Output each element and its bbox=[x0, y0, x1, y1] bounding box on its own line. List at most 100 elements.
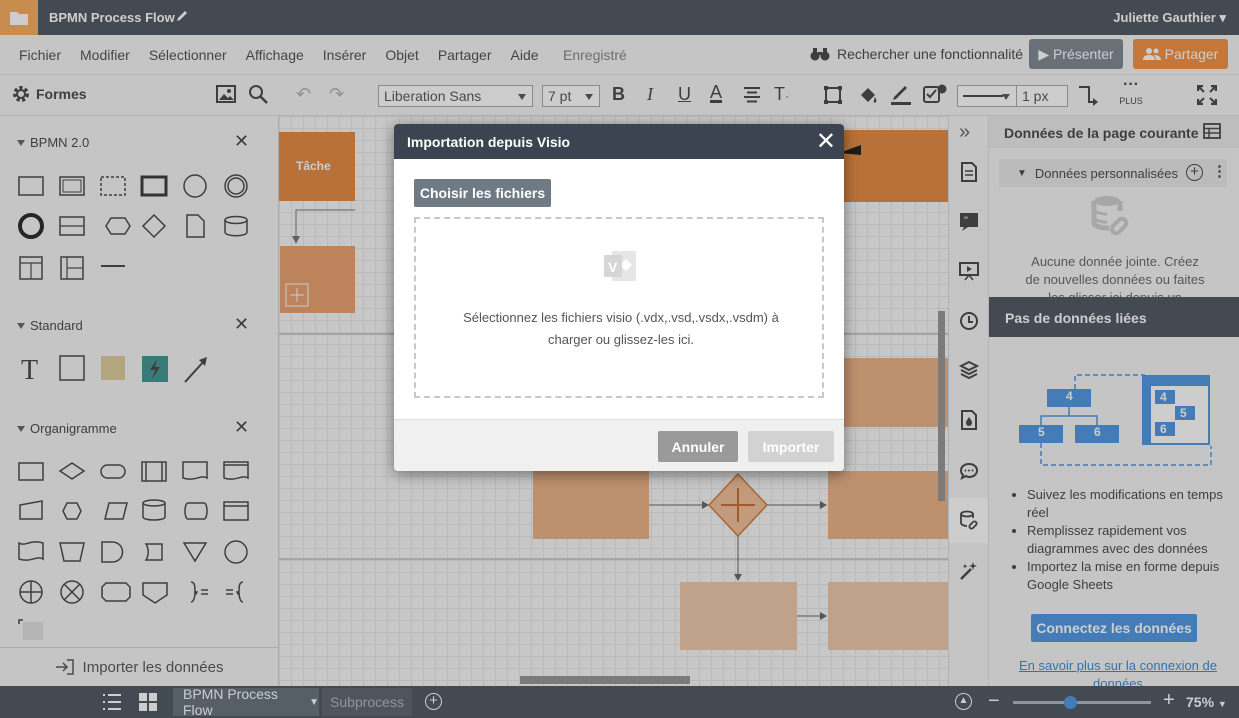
feature-item: Remplissez rapidement vos diagrammes ave… bbox=[1027, 522, 1227, 558]
menu-object[interactable]: Objet bbox=[385, 47, 418, 63]
fill-color-icon[interactable] bbox=[858, 85, 878, 108]
add-page-icon[interactable]: + bbox=[425, 693, 442, 710]
close-icon[interactable]: ✕ bbox=[234, 131, 249, 152]
file-dropzone[interactable]: V Sélectionnez les fichiers visio (.vdx,… bbox=[414, 217, 824, 398]
presentation-icon[interactable] bbox=[959, 261, 979, 281]
line-width-value: 1 px bbox=[1022, 88, 1049, 104]
text-color-icon[interactable]: A bbox=[710, 83, 723, 103]
import-button[interactable]: Importer bbox=[748, 431, 834, 462]
font-family-value: Liberation Sans bbox=[384, 88, 482, 104]
line-color-icon[interactable] bbox=[891, 85, 911, 108]
zoom-in-icon[interactable]: + bbox=[1163, 689, 1175, 712]
bold-icon[interactable]: B bbox=[612, 84, 625, 105]
shape-border-icon[interactable] bbox=[823, 85, 843, 108]
section-bpmn-title: BPMN 2.0 bbox=[30, 135, 90, 150]
user-menu[interactable]: Juliette Gauthier ▾ bbox=[1113, 10, 1226, 26]
svg-text:V: V bbox=[608, 259, 618, 275]
font-size-value: 7 pt bbox=[548, 88, 572, 104]
data-link-icon[interactable] bbox=[959, 510, 979, 530]
database-link-icon bbox=[1091, 196, 1129, 236]
choose-files-button[interactable]: Choisir les fichiers bbox=[414, 179, 551, 207]
cancel-button[interactable]: Annuler bbox=[658, 431, 738, 462]
share-button[interactable]: Partager bbox=[1133, 39, 1228, 69]
quote-icon[interactable]: " bbox=[959, 211, 979, 231]
feature-search[interactable]: Rechercher une fonctionnalité bbox=[810, 46, 1023, 62]
zoom-slider-handle[interactable] bbox=[1064, 696, 1077, 709]
page-settings-icon[interactable] bbox=[959, 162, 979, 182]
font-family-select[interactable]: Liberation Sans bbox=[378, 85, 533, 107]
search-icon[interactable] bbox=[248, 84, 268, 107]
grid-view-icon[interactable] bbox=[139, 693, 157, 711]
page-tab-active[interactable]: BPMN Process Flow ▼ bbox=[173, 686, 319, 718]
no-linked-data-header: Pas de données liées bbox=[989, 297, 1239, 337]
bpmn-shapes-grid[interactable] bbox=[15, 171, 260, 291]
collapse-arrow-icon: ▼ bbox=[1017, 167, 1027, 179]
section-standard[interactable]: Standard bbox=[17, 318, 83, 333]
history-icon[interactable] bbox=[959, 311, 979, 331]
magic-wand-icon[interactable] bbox=[959, 561, 979, 581]
data-panel-header: Données de la page courante bbox=[989, 116, 1239, 148]
zoom-level[interactable]: 75% ▼ bbox=[1186, 694, 1227, 710]
connector-icon[interactable] bbox=[1077, 84, 1099, 109]
menu-share[interactable]: Partager bbox=[438, 47, 492, 63]
menu-select[interactable]: Sélectionner bbox=[149, 47, 227, 63]
layers-icon[interactable] bbox=[959, 360, 979, 380]
standard-shapes-grid[interactable]: T bbox=[15, 352, 215, 386]
collapse-icon[interactable]: » bbox=[959, 122, 979, 142]
close-icon[interactable]: ✕ bbox=[816, 127, 836, 156]
visio-file-icon: V bbox=[604, 251, 636, 281]
custom-data-label: Données personnalisées bbox=[1034, 165, 1179, 181]
no-data-text: Aucune donnée jointe. Créez de nouvelles… bbox=[1025, 254, 1205, 297]
image-icon[interactable] bbox=[216, 85, 236, 106]
navigate-icon[interactable]: ▲ bbox=[955, 693, 972, 710]
pencil-icon[interactable] bbox=[175, 9, 189, 26]
redo-icon[interactable]: ↷ bbox=[329, 84, 344, 105]
close-icon[interactable]: ✕ bbox=[234, 314, 249, 335]
more-label: PLUS bbox=[1119, 96, 1143, 106]
visio-import-dialog: Importation depuis Visio ✕ Choisir les f… bbox=[394, 124, 844, 471]
title-bar: BPMN Process Flow Juliette Gauthier ▾ bbox=[0, 0, 1239, 35]
connect-data-button[interactable]: Connectez les données bbox=[1031, 614, 1197, 642]
line-style-select[interactable] bbox=[957, 85, 1017, 107]
italic-icon[interactable]: I bbox=[647, 84, 653, 105]
dropzone-text: Sélectionnez les fichiers visio (.vdx,.v… bbox=[463, 310, 779, 347]
svg-text:": " bbox=[964, 215, 968, 227]
theme-icon[interactable] bbox=[959, 410, 979, 430]
menu-help[interactable]: Aide bbox=[511, 47, 539, 63]
style-icon[interactable] bbox=[923, 84, 947, 107]
section-bpmn[interactable]: BPMN 2.0 bbox=[17, 135, 89, 150]
menu-insert[interactable]: Insérer bbox=[323, 47, 367, 63]
undo-icon[interactable]: ↶ bbox=[296, 84, 311, 105]
align-icon[interactable] bbox=[743, 87, 761, 106]
more-vertical-icon[interactable]: ⋮ bbox=[1212, 162, 1227, 180]
zoom-out-icon[interactable]: − bbox=[988, 690, 1000, 713]
add-icon[interactable]: + bbox=[1186, 164, 1203, 181]
close-icon[interactable]: ✕ bbox=[234, 417, 249, 438]
import-data-button[interactable]: Importer les données bbox=[0, 647, 278, 686]
present-button[interactable]: ▶ Présenter bbox=[1029, 39, 1123, 69]
document-title[interactable]: BPMN Process Flow bbox=[49, 10, 175, 25]
text-options-icon[interactable]: T· bbox=[774, 84, 789, 105]
page-tab-subprocess[interactable]: Subprocess bbox=[322, 688, 412, 716]
cancel-label: Annuler bbox=[671, 438, 725, 455]
menu-view[interactable]: Affichage bbox=[246, 47, 304, 63]
underline-icon[interactable]: U bbox=[678, 84, 691, 105]
comments-icon[interactable] bbox=[959, 461, 979, 481]
list-view-icon[interactable] bbox=[102, 693, 122, 711]
font-size-select[interactable]: 7 pt bbox=[542, 85, 600, 107]
menu-edit[interactable]: Modifier bbox=[80, 47, 130, 63]
section-org[interactable]: Organigramme bbox=[17, 421, 117, 436]
user-name: Juliette Gauthier bbox=[1113, 10, 1216, 25]
learn-more-link[interactable]: En savoir plus sur la connexion de donné… bbox=[1013, 657, 1223, 686]
fullscreen-icon[interactable] bbox=[1196, 84, 1218, 108]
org-shapes-grid[interactable] bbox=[15, 456, 260, 641]
folder-icon[interactable] bbox=[0, 0, 38, 35]
zoom-slider[interactable] bbox=[1013, 696, 1151, 709]
shapes-title: Formes bbox=[36, 86, 87, 102]
table-icon[interactable] bbox=[1203, 123, 1221, 139]
custom-data-row[interactable]: ▼ Données personnalisées + ⋮ bbox=[999, 159, 1227, 187]
line-width-select[interactable]: 1 px bbox=[1016, 85, 1068, 107]
shapes-panel: BPMN 2.0 ✕ Standard ✕ T Organigramme ✕ I… bbox=[0, 116, 279, 686]
menu-file[interactable]: Fichier bbox=[19, 47, 61, 63]
more-button[interactable]: ··· PLUS bbox=[1118, 77, 1144, 107]
